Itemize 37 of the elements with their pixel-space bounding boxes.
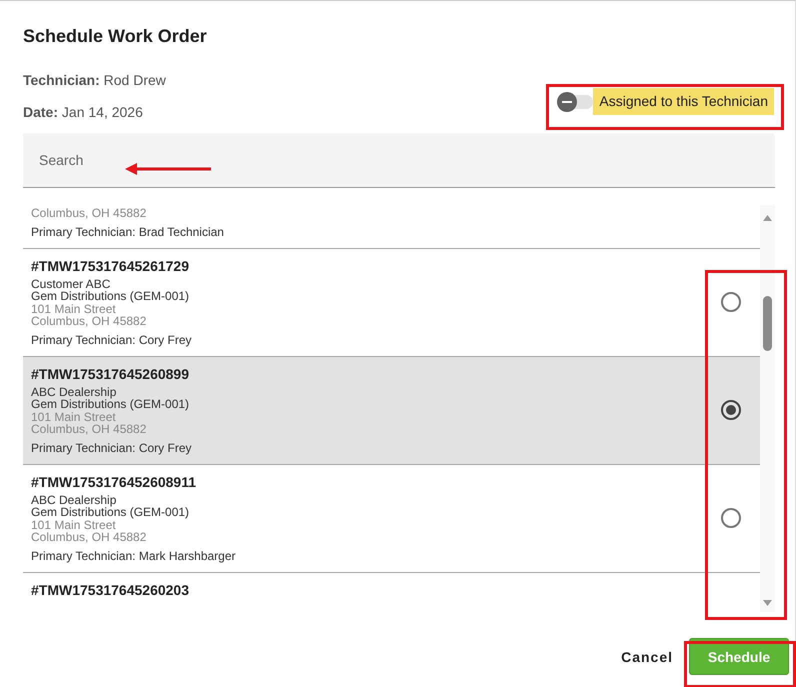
info-text: Technician: Rod Drew [23,71,166,89]
technician-text: Primary Technician: Cory Frey [31,332,192,346]
info-text: Date: Jan 14, 2026 [23,103,144,121]
radio-button[interactable] [721,400,741,420]
dialog-title: Schedule Work Order [23,25,208,48]
order-number: #TMW1753176452608911 [31,472,198,490]
city-text: Columbus, OH 45882 [31,530,148,542]
scroll-down-icon[interactable] [763,600,772,606]
order-number: #TMW175317645260899 [31,364,190,382]
scroll-up-icon[interactable] [763,215,772,221]
scrollbar[interactable] [760,205,775,612]
city-text: Columbus, OH 45882 [31,314,148,326]
cancel-button[interactable]: Cancel [621,640,673,672]
technician-text: Primary Technician: Brad Technician [31,226,225,238]
customer-text: Customer ABC [31,278,112,290]
street-text: 101 Main Street [31,410,117,422]
search-field[interactable]: Search [23,133,775,188]
toggle-label: Assigned to this Technician [593,88,774,115]
city-text: Columbus, OH 45882 [31,422,148,434]
street-text: 101 Main Street [31,302,117,314]
work-order-row[interactable]: #TMW1753176452608911 ABC Dealership Gem Distributions (GEM-001) 101 Main Street Columbus, OH 45882 Primary Technician: Mark Harshbarger [23,464,760,572]
company-text: Gem Distributions (GEM-001) [31,290,190,302]
company-text: Gem Distributions (GEM-001) [31,506,190,518]
radio-button[interactable] [721,292,741,312]
radio-button[interactable] [721,508,741,528]
toggle-switch[interactable] [557,94,594,108]
technician-text: Primary Technician: Mark Harshbarger [31,548,237,562]
company-text: Gem Distributions (GEM-001) [31,398,190,410]
street-text: 101 Main Street [31,518,117,530]
scrollbar-thumb[interactable] [763,296,772,351]
order-number: #TMW175317645261729 [31,256,190,274]
customer-text: ABC Dealership [31,386,116,398]
customer-text: ABC Dealership [31,494,116,506]
order-number: #TMW175317645260203 [31,580,190,598]
work-order-row[interactable]: #TMW175317645260899 ABC Dealership Gem Distributions (GEM-001) 101 Main Street Columbus, OH 45882 Primary Technician: Cory Frey [23,356,760,464]
technician-text: Primary Technician: Cory Frey [31,440,192,454]
city-text: Columbus, OH 45882 [31,207,148,219]
